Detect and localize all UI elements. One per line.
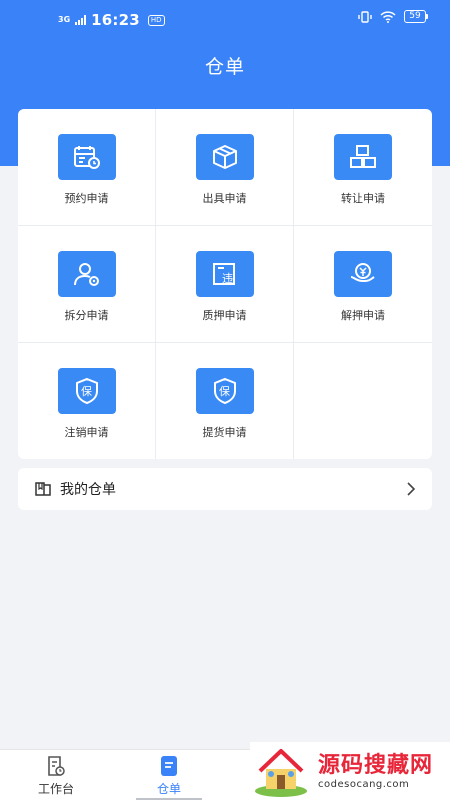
grid-item-split[interactable]: 拆分申请 [18,226,156,343]
status-bar: 3G 16:23 HD 59 [0,0,450,40]
watermark-subtitle: codesocang.com [318,778,410,790]
watermark: 源码搜藏网 codesocang.com [250,742,450,800]
stacked-boxes-icon [334,134,392,180]
grid-item-label: 解押申请 [341,309,385,322]
signal-icon [75,15,87,25]
network-type: 3G [58,15,71,24]
hd-badge: HD [147,14,165,26]
watermark-title: 源码搜藏网 [318,752,434,778]
tab-workbench[interactable]: 工作台 [21,750,91,800]
pledge-doc-icon: 违 [195,251,254,297]
status-time: 16:23 [91,11,140,29]
user-settings-icon [57,251,116,297]
svg-text:违: 违 [222,272,233,285]
book-icon [35,482,51,496]
vibrate-icon [358,10,372,23]
shield-bao-icon: 保 [57,368,116,414]
shield-bao-icon: 保 [195,368,254,414]
grid-item-transfer[interactable]: 转让申请 [294,109,432,226]
house-logo [255,749,307,797]
grid-item-cancel[interactable]: 保 注销申请 [18,343,156,459]
grid-item-label: 拆分申请 [64,309,109,322]
function-grid: 预约申请 出具申请 转让申请 拆分申请 违 质押申请 解押申请 保 注销申请 保… [18,109,432,459]
grid-item-label: 注销申请 [64,426,109,439]
wifi-icon [380,10,396,23]
grid-item-label: 质押申请 [202,309,247,322]
grid-item-label: 预约申请 [64,192,109,205]
tab-label: 仓单 [156,782,181,796]
box-icon [195,134,254,180]
my-warrants-row[interactable]: 我的仓单 [18,468,432,510]
grid-empty-cell [294,343,432,459]
grid-item-label: 转让申请 [341,192,385,205]
grid-item-pledge[interactable]: 违 质押申请 [156,226,294,343]
yen-hand-icon [334,251,392,297]
chevron-right-icon [407,482,416,496]
doc-list-icon [161,756,177,776]
grid-item-label: 出具申请 [202,192,247,205]
tab-label: 工作台 [37,782,74,796]
page-title: 仓单 [204,56,245,78]
grid-item-reservation[interactable]: 预约申请 [18,109,156,226]
grid-item-issue[interactable]: 出具申请 [156,109,294,226]
svg-text:保: 保 [81,384,92,398]
svg-text:保: 保 [219,384,230,398]
doc-clock-icon [48,756,65,776]
calendar-clock-icon [57,134,116,180]
grid-item-label: 提货申请 [202,426,247,439]
my-warrants-label: 我的仓单 [60,482,116,498]
grid-item-pickup[interactable]: 保 提货申请 [156,343,294,459]
battery-indicator: 59 [404,10,428,23]
tab-warrants[interactable]: 仓单 [134,750,204,800]
grid-item-release[interactable]: 解押申请 [294,226,432,343]
